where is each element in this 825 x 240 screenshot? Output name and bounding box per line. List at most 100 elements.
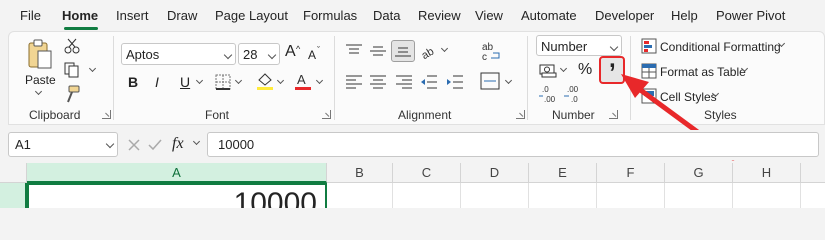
select-all-corner[interactable] bbox=[0, 163, 27, 183]
font-name-select[interactable]: Aptos bbox=[121, 43, 236, 65]
alignment-group-label: Alignment bbox=[398, 108, 452, 122]
chevron-down-icon bbox=[105, 139, 115, 149]
group-divider bbox=[527, 36, 528, 120]
menu-power-pivot[interactable]: Power Pivot bbox=[716, 8, 785, 23]
align-bottom-button[interactable] bbox=[391, 40, 415, 62]
cell-a1[interactable]: 10000 bbox=[27, 183, 327, 208]
shrink-font-icon: ˇ bbox=[317, 45, 320, 55]
svg-text:.0: .0 bbox=[542, 85, 549, 94]
cell-h1[interactable] bbox=[733, 183, 801, 208]
orientation-icon[interactable]: ab bbox=[421, 42, 439, 60]
column-header-e[interactable]: E bbox=[529, 163, 597, 183]
align-left-icon[interactable] bbox=[346, 75, 362, 89]
conditional-formatting-button[interactable]: Conditional Formatting bbox=[660, 39, 781, 55]
increase-indent-icon[interactable] bbox=[447, 75, 463, 89]
percent-style-button[interactable]: % bbox=[578, 62, 592, 78]
font-name-value: Aptos bbox=[126, 47, 160, 62]
insert-function-button[interactable]: fx bbox=[172, 136, 184, 152]
paste-icon[interactable] bbox=[26, 38, 54, 70]
column-header-f[interactable]: F bbox=[597, 163, 665, 183]
fill-color-icon[interactable] bbox=[256, 72, 274, 90]
clipboard-launcher-icon[interactable] bbox=[102, 110, 111, 119]
copy-icon[interactable] bbox=[64, 62, 80, 78]
menu-page-layout[interactable]: Page Layout bbox=[215, 8, 288, 23]
menu-formulas[interactable]: Formulas bbox=[303, 8, 357, 23]
cell-g1[interactable] bbox=[665, 183, 733, 208]
font-size-value: 28 bbox=[243, 47, 258, 62]
svg-text:.00: .00 bbox=[544, 95, 556, 104]
increase-decimal-icon[interactable]: .0 .00 bbox=[538, 84, 560, 104]
formula-value: 10000 bbox=[218, 137, 255, 152]
column-header-h[interactable]: H bbox=[733, 163, 801, 183]
cut-icon[interactable] bbox=[64, 38, 80, 54]
chevron-down-icon bbox=[223, 50, 233, 60]
alignment-launcher-icon[interactable] bbox=[516, 110, 525, 119]
font-size-select[interactable]: 28 bbox=[238, 43, 280, 65]
underline-button[interactable]: U bbox=[180, 74, 190, 90]
clipboard-group-label: Clipboard bbox=[29, 108, 81, 122]
menu-draw[interactable]: Draw bbox=[167, 8, 197, 23]
align-middle-icon[interactable] bbox=[370, 44, 386, 58]
formula-bar-controls bbox=[128, 139, 162, 151]
merge-center-icon[interactable] bbox=[480, 72, 500, 90]
paste-label[interactable]: Paste bbox=[25, 72, 56, 88]
active-tab-indicator bbox=[64, 27, 98, 30]
number-format-value: Number bbox=[541, 39, 588, 54]
menu-help[interactable]: Help bbox=[671, 8, 698, 23]
svg-text:.00: .00 bbox=[567, 85, 579, 94]
wrap-text-icon[interactable]: ab c bbox=[481, 40, 501, 62]
cell-b1[interactable] bbox=[327, 183, 393, 208]
align-top-icon[interactable] bbox=[346, 44, 362, 58]
column-header-g[interactable]: G bbox=[665, 163, 733, 183]
menu-automate[interactable]: Automate bbox=[521, 8, 577, 23]
grow-font-icon: ^ bbox=[296, 44, 301, 54]
group-divider bbox=[334, 36, 335, 120]
cell-d1[interactable] bbox=[461, 183, 529, 208]
cell-f1[interactable] bbox=[597, 183, 665, 208]
borders-icon[interactable] bbox=[215, 74, 231, 90]
svg-text:c: c bbox=[482, 52, 487, 62]
cell-e1[interactable] bbox=[529, 183, 597, 208]
comma-style-icon: , bbox=[609, 46, 616, 73]
conditional-formatting-icon[interactable] bbox=[641, 38, 657, 54]
font-group-label: Font bbox=[205, 108, 230, 122]
menu-review[interactable]: Review bbox=[418, 8, 461, 23]
shrink-font-button[interactable]: A bbox=[308, 47, 316, 63]
menu-developer[interactable]: Developer bbox=[595, 8, 654, 23]
decrease-decimal-icon[interactable]: .00 .0 bbox=[563, 84, 585, 104]
accounting-format-icon[interactable] bbox=[539, 62, 559, 78]
chevron-down-icon bbox=[267, 50, 277, 60]
svg-text:A: A bbox=[297, 72, 306, 87]
align-center-icon[interactable] bbox=[370, 75, 386, 89]
svg-text:.0: .0 bbox=[571, 95, 578, 104]
cell-c1[interactable] bbox=[393, 183, 461, 208]
column-header-c[interactable]: C bbox=[393, 163, 461, 183]
cell-a1-value: 10000 bbox=[233, 187, 317, 208]
font-color-icon[interactable]: A bbox=[294, 72, 312, 90]
grow-font-button[interactable]: A bbox=[285, 44, 296, 60]
font-launcher-icon[interactable] bbox=[322, 110, 331, 119]
menu-file[interactable]: File bbox=[20, 8, 41, 23]
menu-home[interactable]: Home bbox=[62, 8, 98, 23]
group-divider bbox=[113, 36, 114, 120]
menu-view[interactable]: View bbox=[475, 8, 503, 23]
decrease-indent-icon[interactable] bbox=[421, 75, 437, 89]
menu-insert[interactable]: Insert bbox=[116, 8, 149, 23]
name-box-value: A1 bbox=[15, 137, 31, 152]
bold-button[interactable]: B bbox=[128, 74, 138, 90]
format-painter-icon[interactable] bbox=[63, 85, 81, 103]
row-header-1[interactable] bbox=[0, 183, 27, 208]
column-header-a[interactable]: A bbox=[27, 163, 327, 183]
align-bottom-icon bbox=[395, 47, 411, 57]
number-group-label: Number bbox=[552, 108, 595, 122]
menu-bar: File Home Insert Draw Page Layout Formul… bbox=[0, 0, 825, 31]
name-box[interactable]: A1 bbox=[8, 132, 118, 157]
column-header-partial[interactable] bbox=[801, 163, 825, 183]
italic-button[interactable]: I bbox=[155, 74, 159, 90]
column-header-b[interactable]: B bbox=[327, 163, 393, 183]
formula-input[interactable]: 10000 bbox=[207, 132, 819, 157]
column-header-d[interactable]: D bbox=[461, 163, 529, 183]
align-right-icon[interactable] bbox=[396, 75, 412, 89]
menu-data[interactable]: Data bbox=[373, 8, 400, 23]
svg-text:ab: ab bbox=[421, 46, 436, 60]
